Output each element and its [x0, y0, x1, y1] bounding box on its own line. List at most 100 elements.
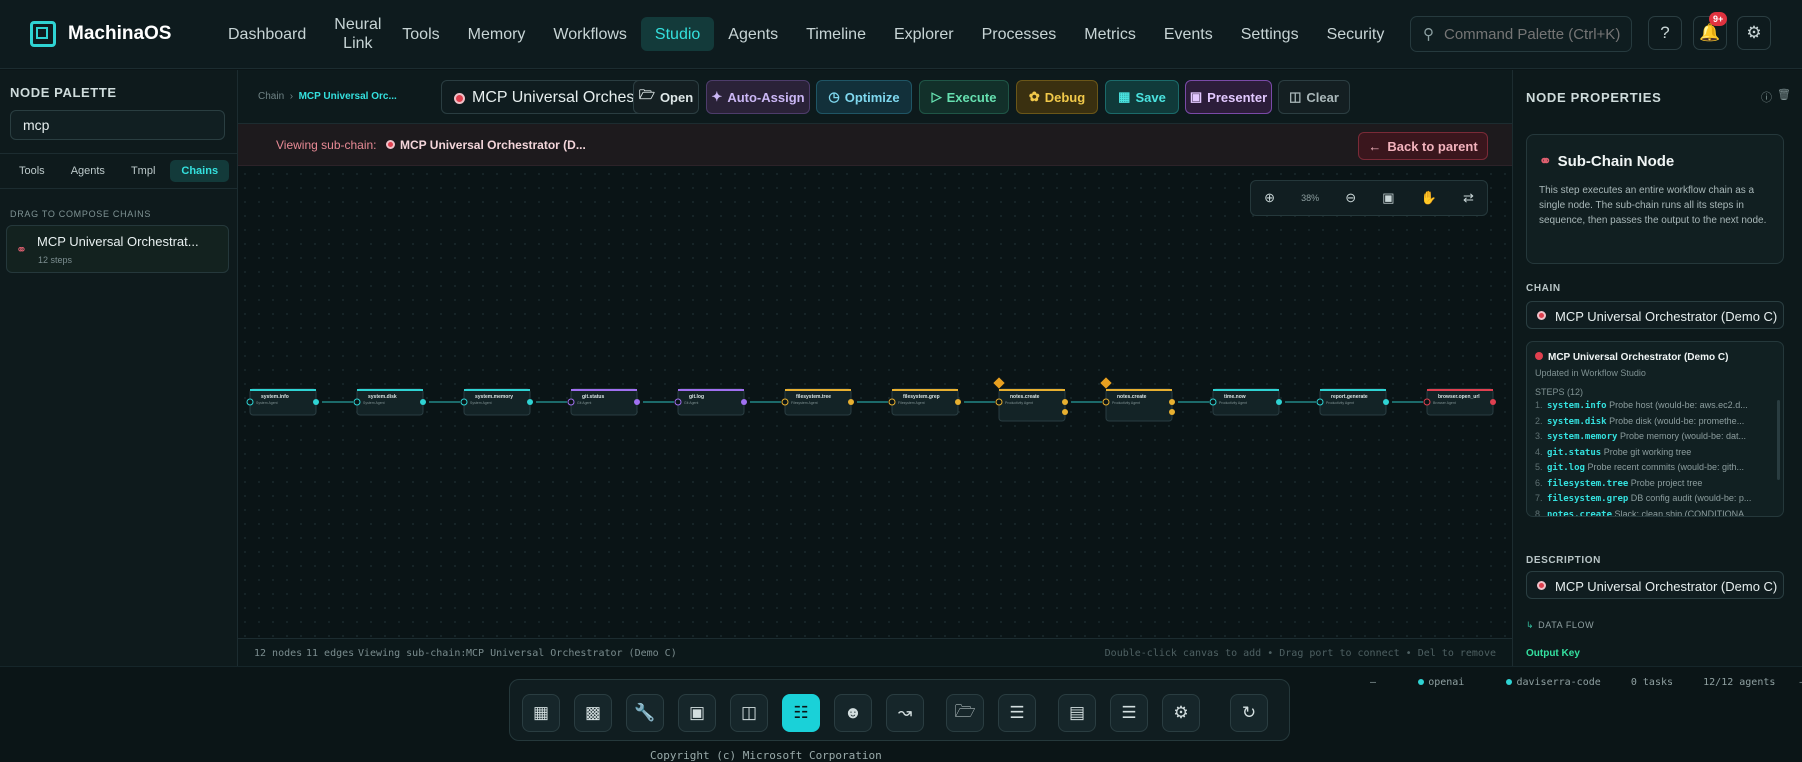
command-palette[interactable]: ⚲: [1410, 16, 1632, 52]
nav-neural-link[interactable]: Neural Link: [320, 16, 388, 52]
output-port[interactable]: [313, 399, 319, 405]
output-port[interactable]: [848, 399, 854, 405]
auto-assign-button[interactable]: ✦ Auto-Assign: [706, 80, 810, 114]
nav-memory[interactable]: Memory: [454, 17, 540, 51]
step-row[interactable]: 7. filesystem.grep DB config audit (would…: [1535, 493, 1775, 504]
output-port[interactable]: [527, 399, 533, 405]
palette-search-input[interactable]: [10, 110, 225, 140]
optimize-button[interactable]: ◷ Optimize: [816, 80, 912, 114]
step-row[interactable]: 1. system.info Probe host (would-be: aws.…: [1535, 400, 1775, 411]
input-port[interactable]: [674, 398, 682, 406]
input-port[interactable]: [1316, 398, 1324, 406]
input-port[interactable]: [995, 398, 1003, 406]
debug-button[interactable]: ✿ Debug: [1016, 80, 1098, 114]
input-port[interactable]: [1209, 398, 1217, 406]
dock-workflows[interactable]: ◫: [730, 694, 768, 732]
output-port[interactable]: [741, 399, 747, 405]
help-circle-icon[interactable]: ⓘ: [1761, 89, 1772, 105]
step-row[interactable]: 8. notes.create Slack: clean ship (CONDIT…: [1535, 509, 1775, 517]
node-label: browser.open_url: [1438, 394, 1480, 400]
nav-events[interactable]: Events: [1150, 17, 1227, 51]
chain-title-field[interactable]: MCP Universal Orchestr: [441, 80, 649, 114]
description-label: DESCRIPTION: [1526, 555, 1601, 566]
dock-agents[interactable]: ☻: [834, 694, 872, 732]
nav-settings[interactable]: Settings: [1227, 17, 1313, 51]
dock-reports[interactable]: ▤: [1058, 694, 1096, 732]
dock-processes[interactable]: ☰: [998, 694, 1036, 732]
nav-timeline[interactable]: Timeline: [792, 17, 880, 51]
nav-processes[interactable]: Processes: [968, 17, 1071, 51]
save-button[interactable]: ▦ Save: [1105, 80, 1179, 114]
clear-button[interactable]: ◫ Clear: [1278, 80, 1350, 114]
steps-card-title: MCP Universal Orchestrator (Demo C): [1535, 352, 1728, 363]
execute-button[interactable]: ▷ Execute: [919, 80, 1009, 114]
input-port[interactable]: [781, 398, 789, 406]
input-port[interactable]: [246, 398, 254, 406]
step-row[interactable]: 6. filesystem.tree Probe project tree: [1535, 478, 1775, 489]
trash-icon[interactable]: 🗑: [1777, 88, 1791, 101]
subchain-node-desc: This step executes an entire workflow ch…: [1539, 185, 1767, 226]
steps-scrollbar[interactable]: [1777, 400, 1780, 480]
dock-explorer[interactable]: 🗁: [946, 694, 984, 732]
tab-chains[interactable]: Chains: [170, 160, 230, 182]
else-port[interactable]: [1062, 409, 1068, 415]
output-key-label: Output Key: [1526, 648, 1580, 659]
dock-cpu[interactable]: ▣: [678, 694, 716, 732]
step-row[interactable]: 4. git.status Probe git working tree: [1535, 447, 1775, 458]
nav-studio[interactable]: Studio: [640, 17, 715, 51]
output-port[interactable]: [1062, 399, 1068, 405]
help-button[interactable]: ?: [1648, 16, 1682, 50]
dock-dashboard[interactable]: ▦: [522, 694, 560, 732]
folder-open-icon: 🗁: [954, 701, 976, 721]
output-port[interactable]: [955, 399, 961, 405]
chain-select[interactable]: MCP Universal Orchestrator (Demo C): [1526, 301, 1784, 329]
tab-tools[interactable]: Tools: [8, 160, 56, 182]
output-port[interactable]: [1169, 399, 1175, 405]
workflow-canvas[interactable]: ⊕ 38% ⊖ ▣ ✋ ⇄ system.info System Agent sys…: [238, 167, 1512, 638]
input-port[interactable]: [353, 398, 361, 406]
input-port[interactable]: [888, 398, 896, 406]
tab-agents[interactable]: Agents: [60, 160, 116, 182]
nav-security[interactable]: Security: [1313, 17, 1399, 51]
step-row[interactable]: 3. system.memory Probe memory (would-be: …: [1535, 431, 1775, 442]
input-port[interactable]: [460, 398, 468, 406]
output-port[interactable]: [1490, 399, 1496, 405]
app-logo[interactable]: MachinaOS: [30, 21, 210, 47]
description-input[interactable]: MCP Universal Orchestrator (Demo C): [1526, 571, 1784, 599]
step-row[interactable]: 5. git.log Probe recent commits (would-be…: [1535, 462, 1775, 473]
presenter-button[interactable]: ▣ Presenter: [1185, 80, 1272, 114]
dock-studio[interactable]: ☷: [782, 694, 820, 732]
input-port[interactable]: [1423, 398, 1431, 406]
output-port[interactable]: [1383, 399, 1389, 405]
back-to-parent-button[interactable]: ← Back to parent: [1358, 132, 1488, 160]
settings-button[interactable]: ⚙: [1737, 16, 1771, 50]
else-port[interactable]: [1169, 409, 1175, 415]
input-port[interactable]: [1102, 398, 1110, 406]
condition-diamond[interactable]: [1100, 377, 1112, 389]
dock-tools[interactable]: 🔧: [626, 694, 664, 732]
input-port[interactable]: [567, 398, 575, 406]
output-port[interactable]: [420, 399, 426, 405]
dock-terminal[interactable]: ▩: [574, 694, 612, 732]
tab-templates[interactable]: Tmpl: [120, 160, 166, 182]
dock-settings[interactable]: ⚙: [1162, 694, 1200, 732]
output-port[interactable]: [1276, 399, 1282, 405]
step-row[interactable]: 2. system.disk Probe disk (would-be: prom…: [1535, 416, 1775, 427]
dock-metrics[interactable]: ↝: [886, 694, 924, 732]
dock-refresh[interactable]: ↻: [1230, 694, 1268, 732]
nav-tools[interactable]: Tools: [388, 17, 453, 51]
condition-diamond[interactable]: [993, 377, 1005, 389]
dock-receipts[interactable]: ☰: [1110, 694, 1148, 732]
nav-dashboard[interactable]: Dashboard: [214, 17, 320, 51]
open-button[interactable]: 🗁 Open: [633, 80, 699, 114]
breadcrumb-root[interactable]: Chain: [258, 91, 284, 102]
agents-count: 12/12 agents: [1703, 677, 1776, 688]
palette-chain-item[interactable]: ⚭ MCP Universal Orchestrat... 12 steps: [6, 225, 229, 273]
nav-explorer[interactable]: Explorer: [880, 17, 968, 51]
nav-agents[interactable]: Agents: [714, 17, 792, 51]
nav-metrics[interactable]: Metrics: [1070, 17, 1150, 51]
nav-workflows[interactable]: Workflows: [539, 17, 641, 51]
command-palette-input[interactable]: [1444, 25, 1624, 43]
sliders-icon: ☰: [1009, 703, 1025, 722]
output-port[interactable]: [634, 399, 640, 405]
